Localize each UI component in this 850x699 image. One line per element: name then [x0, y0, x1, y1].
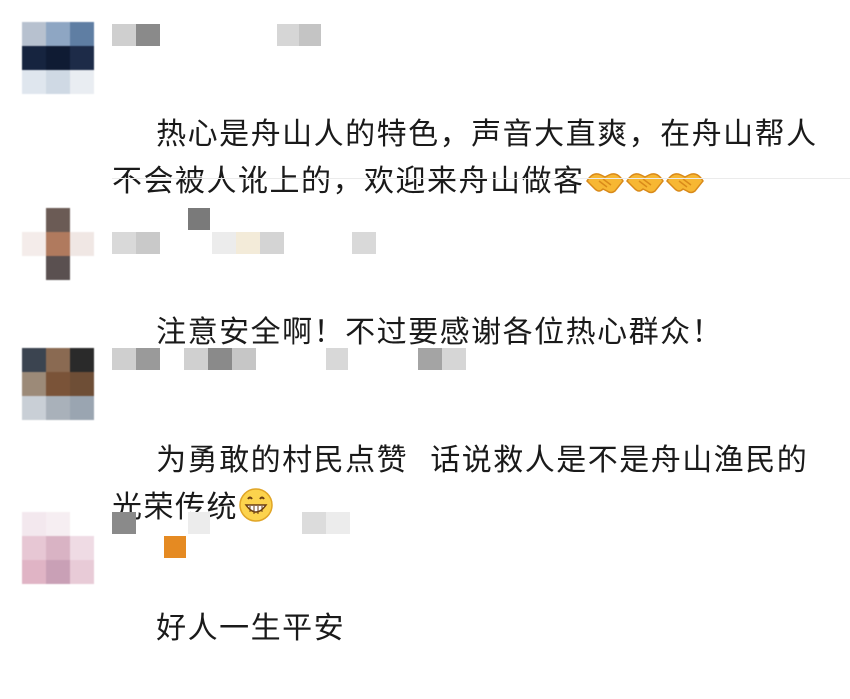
- comment-text: 好人一生平安: [112, 558, 832, 699]
- comment-item: 注意安全啊！不过要感谢各位热心群众！: [0, 180, 850, 350]
- comment-item: 为勇敢的村民点赞 话说救人是不是舟山渔民的光荣传统: [0, 330, 850, 525]
- avatar[interactable]: [22, 348, 94, 420]
- comment-item: 热心是舟山人的特色，声音大直爽，在舟山帮人不会被人讹上的，欢迎来舟山做客: [0, 0, 850, 199]
- username-mosaic[interactable]: [112, 24, 332, 50]
- divider: [112, 178, 850, 179]
- avatar[interactable]: [22, 512, 94, 584]
- avatar[interactable]: [22, 22, 94, 94]
- avatar[interactable]: [22, 208, 94, 280]
- comment-text-content: 好人一生平安: [156, 611, 346, 646]
- username-mosaic[interactable]: [112, 512, 372, 562]
- comment-item: 好人一生平安: [0, 500, 850, 646]
- username-mosaic[interactable]: [112, 208, 412, 258]
- username-mosaic[interactable]: [112, 348, 472, 374]
